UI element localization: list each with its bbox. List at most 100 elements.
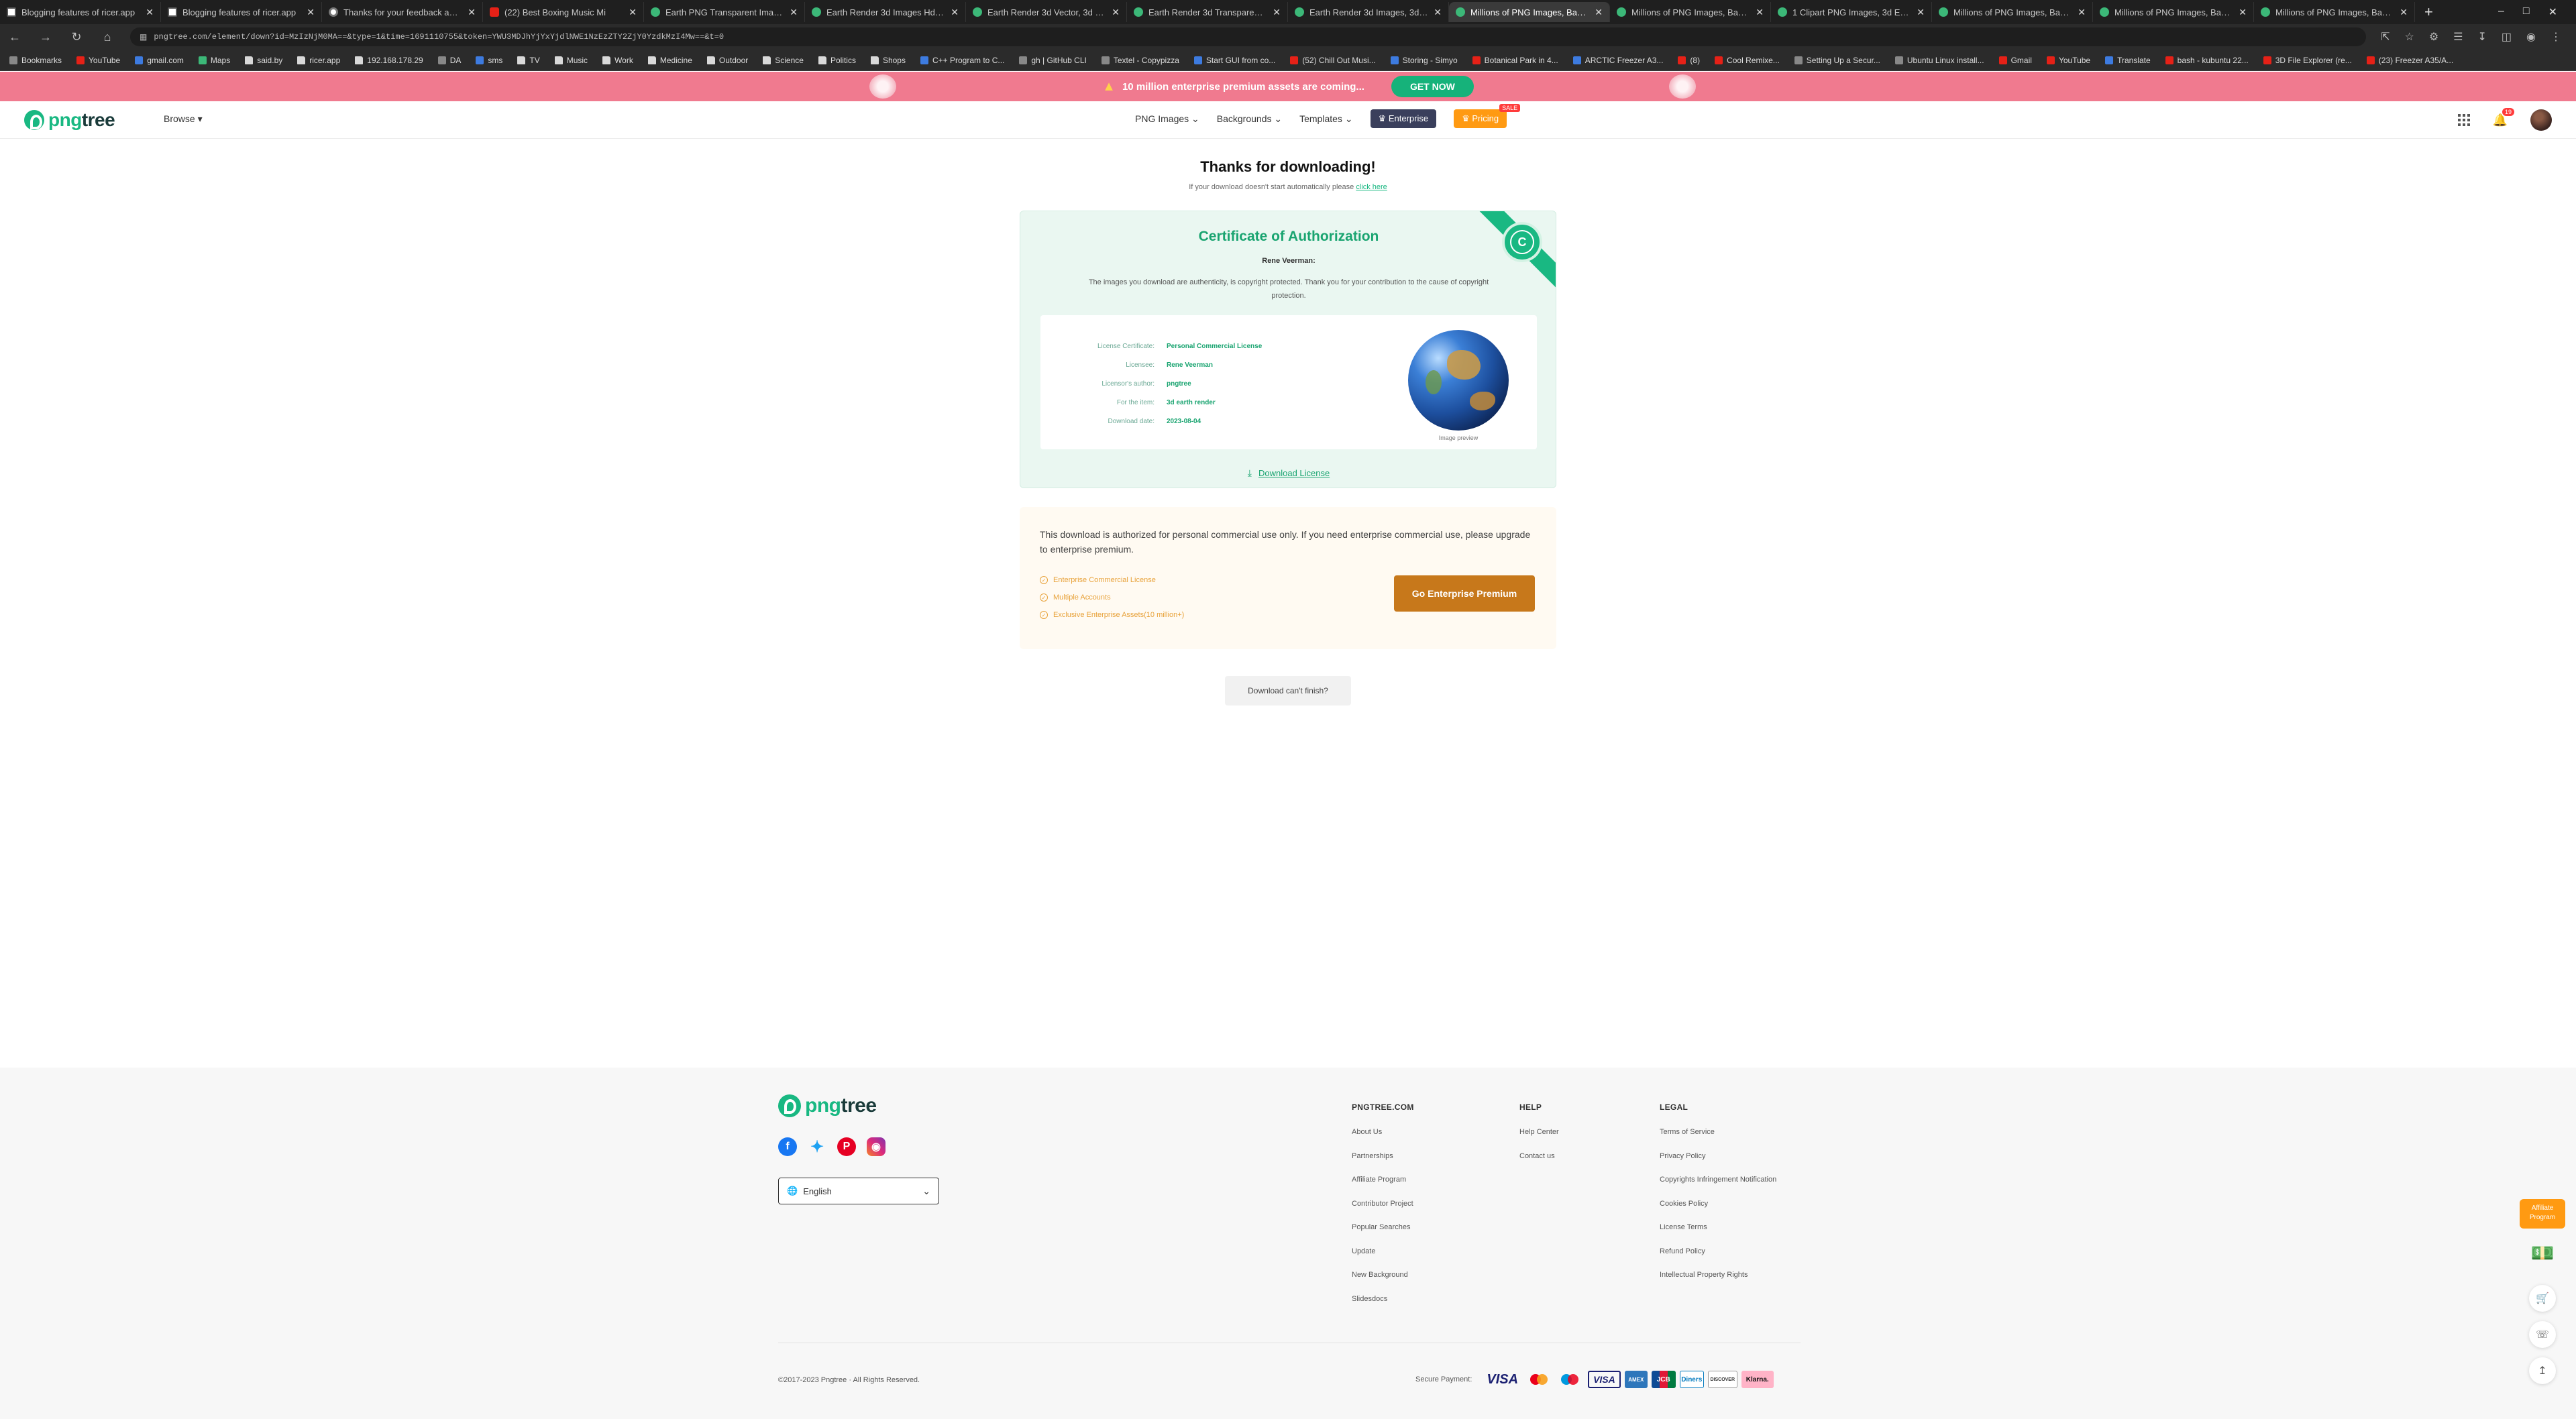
footer-link[interactable]: Intellectual Property Rights (1660, 1260, 1776, 1284)
cart-icon[interactable]: 🛒 (2529, 1285, 2556, 1312)
bookmark-item[interactable]: Gmail (1998, 56, 2032, 65)
nav-enterprise-button[interactable]: ♛ Enterprise (1370, 109, 1437, 128)
browser-tab[interactable]: Earth PNG Transparent Images ✕ (644, 2, 805, 22)
url-input[interactable]: ▦ pngtree.com/element/down?id=MzIzNjM0MA… (130, 27, 2367, 46)
tab-close-icon[interactable]: ✕ (2239, 7, 2247, 18)
bookmark-item[interactable]: Textel - Copypizza (1101, 56, 1179, 65)
bookmark-item[interactable]: Cool Remixe... (1715, 56, 1780, 65)
bookmark-item[interactable]: C++ Program to C... (920, 56, 1004, 65)
bookmark-item[interactable]: (23) Freezer A35/A... (2366, 56, 2453, 65)
browser-tab[interactable]: Blogging features of ricer.app ✕ (0, 2, 161, 22)
user-avatar[interactable] (2530, 109, 2552, 131)
footer-logo[interactable]: pngtree (778, 1094, 877, 1117)
tab-close-icon[interactable]: ✕ (146, 7, 154, 18)
bookmark-item[interactable]: said.by (245, 56, 282, 65)
bookmark-item[interactable]: Ubuntu Linux install... (1894, 56, 1984, 65)
bookmark-item[interactable]: 192.168.178.29 (355, 56, 423, 65)
tab-close-icon[interactable]: ✕ (307, 7, 315, 18)
bookmark-item[interactable]: Work (602, 56, 633, 65)
footer-link[interactable]: Privacy Policy (1660, 1141, 1776, 1166)
browser-tab[interactable]: Millions of PNG Images, Backg ✕ (1449, 2, 1610, 22)
nav-templates[interactable]: Templates ⌄ (1299, 113, 1352, 125)
footer-link[interactable]: Help Center (1519, 1117, 1559, 1141)
browse-menu[interactable]: Browse ▾ (164, 113, 203, 125)
bookmark-item[interactable]: Shops (870, 56, 906, 65)
browser-tab[interactable]: Earth Render 3d Images Hd, 3c ✕ (805, 2, 966, 22)
footer-link[interactable]: Slidesdocs (1352, 1284, 1414, 1308)
footer-link[interactable]: Contact us (1519, 1141, 1559, 1166)
bookmark-item[interactable]: YouTube (2046, 56, 2090, 65)
footer-link[interactable]: License Terms (1660, 1212, 1776, 1237)
language-select[interactable]: 🌐 English ⌄ (778, 1178, 939, 1204)
browser-tab[interactable]: 1 Clipart PNG Images, 3d Earth ✕ (1771, 2, 1932, 22)
back-icon[interactable]: ← (7, 30, 23, 44)
footer-link[interactable]: Terms of Service (1660, 1117, 1776, 1141)
bookmark-item[interactable]: bash - kubuntu 22... (2165, 56, 2249, 65)
bookmark-item[interactable]: sms (476, 56, 502, 65)
maximize-icon[interactable]: □ (2523, 5, 2530, 19)
affiliate-program-button[interactable]: Affiliate Program (2520, 1199, 2565, 1229)
site-info-icon[interactable]: ▦ (140, 32, 147, 42)
bookmark-item[interactable]: Bookmarks (9, 56, 62, 65)
bookmark-item[interactable]: Outdoor (706, 56, 748, 65)
tab-close-icon[interactable]: ✕ (1273, 7, 1281, 18)
tab-close-icon[interactable]: ✕ (1917, 7, 1925, 18)
browser-tab[interactable]: Earth Render 3d Vector, 3d Ear ✕ (966, 2, 1127, 22)
headset-support-icon[interactable]: ☏ (2529, 1321, 2556, 1348)
browser-tab[interactable]: Millions of PNG Images, Backg ✕ (1932, 2, 2093, 22)
browser-tab[interactable]: Blogging features of ricer.app ✕ (161, 2, 322, 22)
get-now-button[interactable]: GET NOW (1391, 76, 1474, 97)
tab-close-icon[interactable]: ✕ (629, 7, 637, 18)
tab-close-icon[interactable]: ✕ (790, 7, 798, 18)
notification-bell-icon[interactable]: 🔔 19 (2493, 107, 2514, 127)
bookmark-item[interactable]: 3D File Explorer (re... (2263, 56, 2352, 65)
bookmark-item[interactable]: Maps (198, 56, 230, 65)
tab-close-icon[interactable]: ✕ (2400, 7, 2408, 18)
media-icon[interactable]: ☰ (2453, 30, 2463, 44)
footer-link[interactable]: New Background (1352, 1260, 1414, 1284)
bookmark-item[interactable]: Storing - Simyo (1390, 56, 1458, 65)
home-icon[interactable]: ⌂ (99, 30, 115, 44)
browser-tab[interactable]: Thanks for your feedback abou ✕ (322, 2, 483, 22)
browser-tab[interactable]: Earth Render 3d Transparent Pn ✕ (1127, 2, 1288, 22)
menu-icon[interactable]: ⋮ (2551, 30, 2561, 44)
pngtree-logo[interactable]: pngtree (24, 109, 115, 131)
bookmark-item[interactable]: Politics (818, 56, 856, 65)
download-cant-finish-button[interactable]: Download can't finish? (1225, 676, 1351, 705)
nav-backgrounds[interactable]: Backgrounds ⌄ (1217, 113, 1282, 125)
tab-close-icon[interactable]: ✕ (2078, 7, 2086, 18)
bookmark-item[interactable]: DA (437, 56, 461, 65)
back-to-top-icon[interactable]: ↥ (2529, 1357, 2556, 1384)
nav-png-images[interactable]: PNG Images ⌄ (1135, 113, 1199, 125)
sidepanel-icon[interactable]: ◫ (2502, 30, 2512, 44)
bookmark-item[interactable]: ARCTIC Freezer A3... (1572, 56, 1663, 65)
close-icon[interactable]: ✕ (2548, 5, 2557, 19)
browser-tab[interactable]: Millions of PNG Images, Backg ✕ (2093, 2, 2254, 22)
bookmark-item[interactable]: YouTube (76, 56, 120, 65)
downloads-icon[interactable]: ↧ (2478, 30, 2487, 44)
tab-close-icon[interactable]: ✕ (1434, 7, 1442, 18)
pinterest-icon[interactable]: P (837, 1137, 856, 1156)
download-license-link[interactable]: ⤓ Download License (1020, 467, 1556, 479)
instagram-icon[interactable]: ◉ (867, 1137, 885, 1156)
bookmark-item[interactable]: (8) (1678, 56, 1700, 65)
bookmark-item[interactable]: Setting Up a Secur... (1794, 56, 1880, 65)
browser-tab[interactable]: Millions of PNG Images, Backg ✕ (1610, 2, 1771, 22)
extensions-icon[interactable]: ⚙ (2429, 30, 2438, 44)
facebook-icon[interactable]: f (778, 1137, 797, 1156)
footer-link[interactable]: Affiliate Program (1352, 1165, 1414, 1189)
footer-link[interactable]: Partnerships (1352, 1141, 1414, 1166)
tab-close-icon[interactable]: ✕ (951, 7, 959, 18)
footer-link[interactable]: Copyrights Infringement Notification (1660, 1165, 1776, 1189)
new-tab-button[interactable]: + (2415, 3, 2443, 21)
bookmark-item[interactable]: Botanical Park in 4... (1472, 56, 1558, 65)
forward-icon[interactable]: → (38, 30, 54, 44)
browser-tab[interactable]: Earth Render 3d Images, 3d Ea ✕ (1288, 2, 1449, 22)
bookmark-item[interactable]: Medicine (647, 56, 692, 65)
bookmark-item[interactable]: Translate (2105, 56, 2151, 65)
bookmark-item[interactable]: Start GUI from co... (1193, 56, 1275, 65)
bookmark-item[interactable]: TV (517, 56, 540, 65)
money-icon[interactable]: 💵 (2529, 1239, 2556, 1266)
bookmark-item[interactable]: gh | GitHub CLI (1019, 56, 1087, 65)
browser-tab[interactable]: Millions of PNG Images, Backg ✕ (2254, 2, 2415, 22)
